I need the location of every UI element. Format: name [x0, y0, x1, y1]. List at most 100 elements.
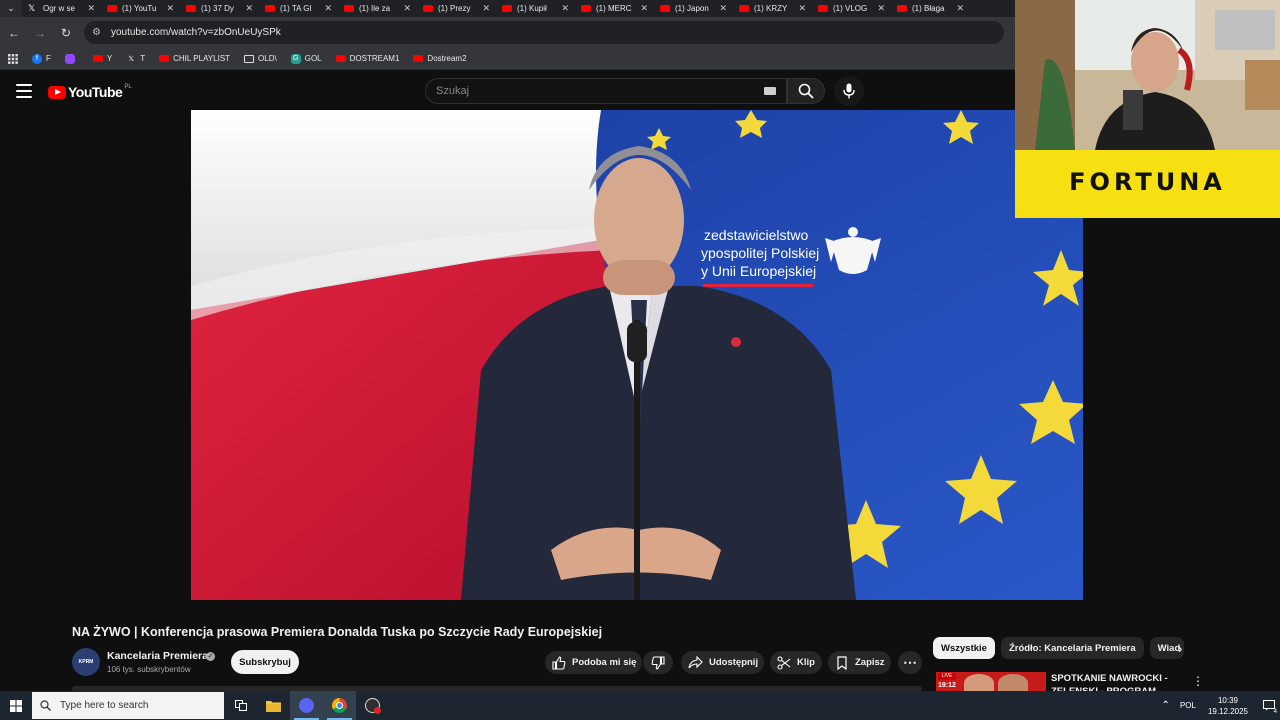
chip-source[interactable]: Źródło: Kancelaria Premiera — [1000, 637, 1144, 659]
language-indicator[interactable]: POL — [1180, 701, 1196, 710]
task-view-icon[interactable] — [224, 691, 257, 720]
close-tab-icon[interactable]: ✕ — [245, 3, 253, 14]
search-input[interactable]: Szukaj — [425, 78, 787, 104]
related-video-menu-icon[interactable]: ⋮ — [1192, 674, 1204, 688]
browser-tab[interactable]: (1) Prezy ✕ — [417, 0, 496, 17]
chevron-right-icon[interactable]: › — [1178, 641, 1194, 657]
bookmark-item[interactable]: Y — [92, 54, 112, 63]
clip-label: Klip — [797, 657, 815, 668]
related-video-thumbnail[interactable]: LIVE 19:12 — [936, 672, 1046, 692]
search-button[interactable] — [787, 78, 825, 104]
banner-line-1: zedstawicielstwo — [704, 227, 808, 243]
close-tab-icon[interactable]: ✕ — [87, 3, 95, 14]
close-tab-icon[interactable]: ✕ — [956, 3, 964, 14]
search-placeholder: Szukaj — [436, 85, 470, 97]
obs-icon[interactable] — [356, 691, 389, 720]
close-tab-icon[interactable]: ✕ — [482, 3, 490, 14]
more-actions-icon[interactable]: ⋯ — [898, 651, 922, 674]
browser-tab[interactable]: (1) Błaga ✕ — [891, 0, 970, 17]
browser-tab-label: (1) VLOG — [833, 4, 868, 13]
close-tab-icon[interactable]: ✕ — [403, 3, 411, 14]
discord-icon[interactable] — [290, 691, 323, 720]
close-tab-icon[interactable]: ✕ — [640, 3, 648, 14]
browser-tab[interactable]: (1) KRZY ✕ — [733, 0, 812, 17]
youtube-icon — [344, 5, 354, 12]
bookmark-item[interactable] — [64, 53, 79, 64]
like-button[interactable]: Podoba mi się — [545, 651, 642, 674]
folder-icon — [244, 54, 255, 63]
browser-tab[interactable]: (1) MERC ✕ — [575, 0, 654, 17]
bookmark-item[interactable]: 𝕏T — [126, 54, 145, 64]
browser-tab-label: (1) YouTu — [122, 4, 157, 13]
chip-all[interactable]: Wszystkie — [933, 637, 995, 659]
browser-tab[interactable]: (1) TA GI ✕ — [259, 0, 338, 17]
bookmark-label: CHIL PLAYLIST — [173, 54, 231, 63]
subscriber-count: 106 tys. subskrybentów — [107, 665, 191, 674]
browser-tab[interactable]: (1) YouTu ✕ — [101, 0, 180, 17]
address-bar[interactable]: ⚙ youtube.com/watch?v=zbOnUeUySPk — [84, 21, 1004, 44]
browser-tab[interactable]: (1) Japon ✕ — [654, 0, 733, 17]
clip-button[interactable]: Klip — [770, 651, 822, 674]
related-filter-chips: Wszystkie Źródło: Kancelaria Premiera Wi… — [933, 637, 1190, 659]
apps-grid-icon[interactable] — [8, 53, 18, 64]
bookmark-label: OLD\ — [258, 54, 277, 63]
youtube-icon — [335, 55, 346, 62]
menu-icon[interactable] — [16, 84, 32, 98]
taskbar-search-input[interactable]: Type here to search — [32, 692, 224, 719]
chrome-icon[interactable] — [323, 691, 356, 720]
youtube-icon — [413, 55, 424, 62]
save-label: Zapisz — [855, 657, 885, 668]
sponsor-banner: FORTUNA — [1015, 150, 1280, 218]
video-frame: zedstawicielstwo ypospolitej Polskiej y … — [191, 110, 1083, 600]
browser-tab[interactable]: (1) Ile za ✕ — [338, 0, 417, 17]
thumbs-up-icon — [552, 655, 566, 670]
browser-tab-label: (1) 37 Dy — [201, 4, 234, 13]
youtube-logo[interactable]: YouTube PL — [48, 84, 132, 100]
close-tab-icon[interactable]: ✕ — [877, 3, 885, 14]
video-player[interactable]: zedstawicielstwo ypospolitej Polskiej y … — [191, 110, 1083, 600]
clock[interactable]: 10:39 19.12.2025 — [1208, 695, 1248, 717]
channel-avatar[interactable]: KPRM — [72, 648, 100, 676]
notification-count: 4 — [1273, 709, 1277, 715]
voice-search-button[interactable] — [834, 76, 864, 106]
browser-tab-label: (1) KRZY — [754, 4, 788, 13]
close-tab-icon[interactable]: ✕ — [561, 3, 569, 14]
verified-badge-icon: ✓ — [206, 652, 215, 661]
share-button[interactable]: Udostępnij — [681, 651, 764, 674]
subscribe-button[interactable]: Subskrybuj — [231, 650, 299, 674]
dislike-button[interactable] — [643, 651, 673, 674]
bookmark-item[interactable]: OLD\ — [244, 54, 277, 63]
save-button[interactable]: Zapisz — [828, 651, 891, 674]
bookmark-item[interactable]: CHIL PLAYLIST — [159, 54, 230, 63]
clock-time: 10:39 — [1217, 695, 1238, 705]
browser-tab-label: (1) Ile za — [359, 4, 391, 13]
url-text: youtube.com/watch?v=zbOnUeUySPk — [110, 27, 281, 38]
taskbar-search-placeholder: Type here to search — [60, 700, 149, 711]
file-explorer-icon[interactable] — [257, 691, 290, 720]
bookmark-item[interactable]: fF — [32, 53, 51, 64]
bookmark-item[interactable]: DOSTREAM1 — [335, 54, 399, 63]
reload-button[interactable]: ↻ — [54, 21, 78, 45]
chevron-up-icon[interactable]: ⌃ — [1162, 700, 1170, 711]
close-tab-icon[interactable]: ✕ — [798, 3, 806, 14]
forward-button[interactable]: → — [28, 21, 52, 45]
browser-tab[interactable]: (1) VLOG ✕ — [812, 0, 891, 17]
browser-tab[interactable]: 𝕏 Ogr w se ✕ — [22, 0, 101, 17]
site-info-icon[interactable]: ⚙ — [92, 27, 101, 38]
close-tab-icon[interactable]: ✕ — [324, 3, 332, 14]
browser-tab[interactable]: (1) Kupił ✕ — [496, 0, 575, 17]
close-tab-icon[interactable]: ✕ — [719, 3, 727, 14]
bookmark-item[interactable]: Dostream2 — [413, 54, 467, 63]
time-badge: 19:12 — [938, 682, 956, 689]
notification-icon[interactable]: 4 — [1258, 691, 1280, 720]
live-badge: LIVE — [938, 673, 956, 680]
back-button[interactable]: ← — [2, 21, 26, 45]
like-label: Podoba mi się — [572, 657, 637, 668]
tab-search-dropdown-icon[interactable]: ⌄ — [0, 0, 22, 17]
bookmark-item[interactable]: G GOL — [290, 53, 322, 64]
windows-start-icon[interactable] — [0, 691, 32, 720]
close-tab-icon[interactable]: ✕ — [166, 3, 174, 14]
keyboard-icon[interactable] — [764, 87, 776, 95]
browser-tab[interactable]: (1) 37 Dy ✕ — [180, 0, 259, 17]
channel-name[interactable]: Kancelaria Premiera — [107, 650, 208, 662]
